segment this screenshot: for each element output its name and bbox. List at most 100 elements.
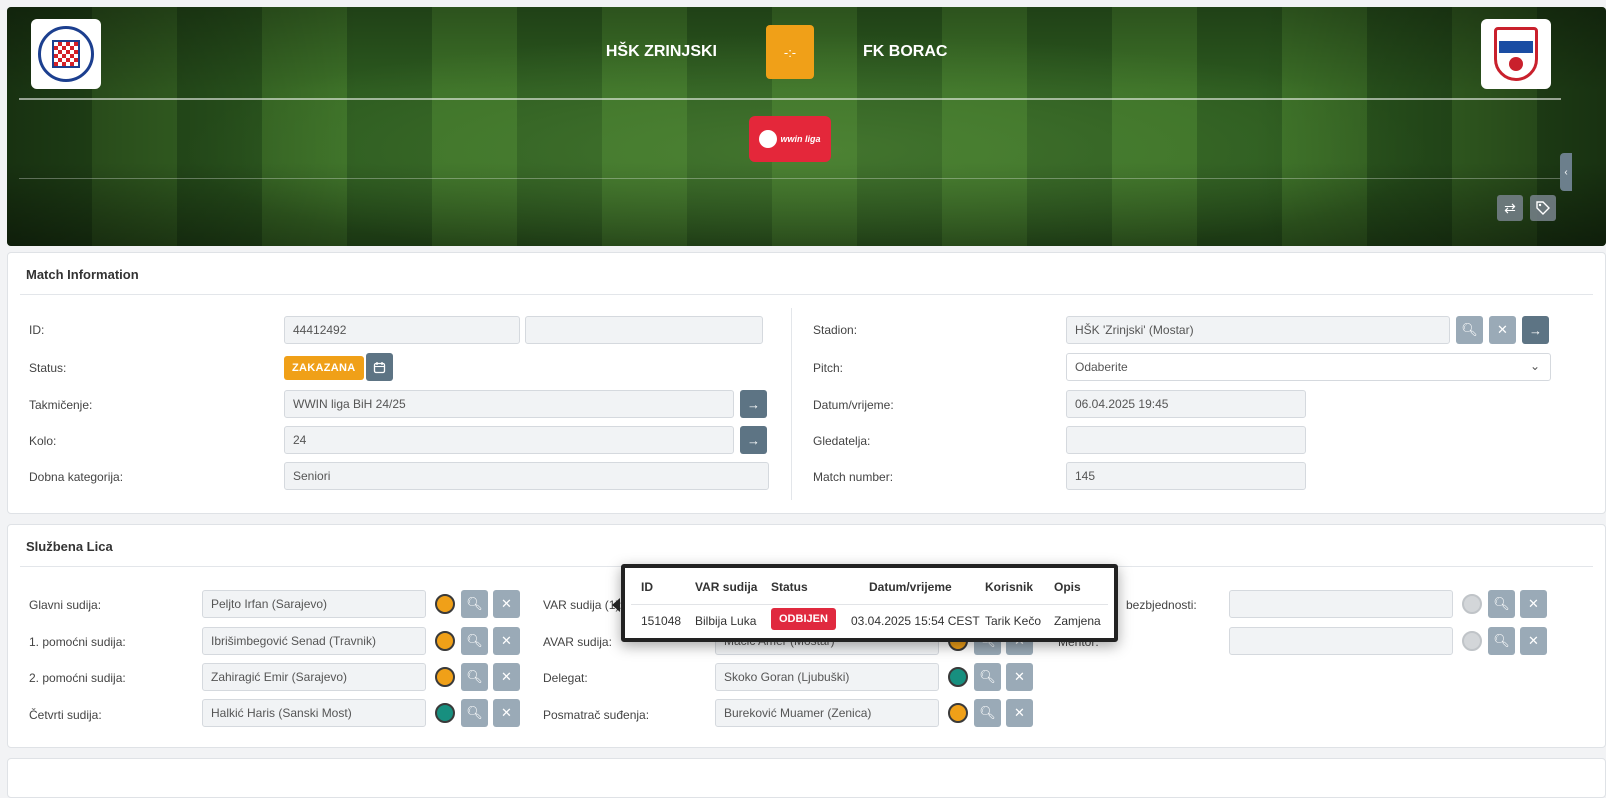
popup-header-datetime: Datum/vrijeme (869, 580, 952, 594)
league-logo[interactable]: wwin liga (749, 116, 831, 162)
arrow-right-icon: → (747, 432, 760, 448)
official-status-icon (435, 631, 455, 651)
card-title: Match Information (26, 267, 139, 282)
datetime-field[interactable]: 06.04.2025 19:45 (1066, 390, 1306, 418)
official-label: AVAR sudija: (543, 635, 612, 649)
clear-official-button[interactable]: ✕ (493, 590, 520, 618)
pitch-label: Pitch: (813, 361, 844, 375)
open-round-button[interactable]: → (740, 426, 767, 454)
close-icon: ✕ (501, 705, 512, 720)
borac-shield-icon (1494, 27, 1538, 81)
search-official-button[interactable]: 🔍︎ (1488, 627, 1515, 655)
arrow-right-icon: → (747, 396, 760, 412)
away-team-name[interactable]: FK BORAC (863, 43, 1063, 61)
popup-cell-datetime: 03.04.2025 15:54 CEST (851, 614, 980, 628)
card-title: Službena Lica (26, 539, 113, 554)
search-stadium-button[interactable]: 🔍︎ (1456, 316, 1483, 344)
popup-header-referee: VAR sudija (695, 580, 758, 594)
open-competition-button[interactable]: → (740, 390, 767, 418)
status-label: Status: (29, 361, 67, 375)
hero-divider (19, 98, 1561, 100)
search-icon: 🔍︎ (979, 705, 996, 720)
close-icon: ✕ (501, 596, 512, 611)
schedule-button[interactable] (366, 353, 393, 381)
pitch-select[interactable]: Odaberite ⌄ (1066, 353, 1551, 381)
clear-official-button[interactable]: ✕ (1520, 590, 1547, 618)
close-icon: ✕ (1528, 633, 1539, 648)
popup-header-id: ID (641, 580, 653, 594)
home-team-name[interactable]: HŠK ZRINJSKI (537, 43, 717, 61)
search-official-button[interactable]: 🔍︎ (461, 627, 488, 655)
official-status-icon (435, 703, 455, 723)
search-icon: 🔍︎ (466, 633, 483, 648)
clear-official-button[interactable]: ✕ (1006, 699, 1033, 727)
close-icon: ✕ (501, 633, 512, 648)
close-icon: ✕ (1528, 596, 1539, 611)
clear-official-button[interactable]: ✕ (1520, 627, 1547, 655)
official-field[interactable]: Halkić Haris (Sanski Most) (202, 699, 426, 727)
open-stadium-button[interactable]: → (1522, 316, 1549, 344)
zrinjski-crest-icon (38, 26, 94, 82)
official-label: VAR sudija (1): (543, 598, 623, 612)
official-field[interactable]: Peljto Irfan (Sarajevo) (202, 590, 426, 618)
clear-stadium-button[interactable]: ✕ (1489, 316, 1516, 344)
column-divider (791, 308, 792, 500)
calendar-icon (373, 361, 386, 373)
search-icon: 🔍︎ (1493, 596, 1510, 611)
stadium-field[interactable]: HŠK 'Zrinjski' (Mostar) (1066, 316, 1450, 344)
clear-official-button[interactable]: ✕ (493, 699, 520, 727)
search-official-button[interactable]: 🔍︎ (974, 699, 1001, 727)
popup-arrow (612, 598, 620, 612)
official-status-icon (1462, 631, 1482, 651)
stadium-label: Stadion: (813, 323, 858, 337)
official-field[interactable]: Ibrišimbegović Senad (Travnik) (202, 627, 426, 655)
id-extra-field[interactable] (525, 316, 763, 344)
official-status-icon (948, 703, 968, 723)
official-field[interactable]: Skoko Goran (Ljubuški) (715, 663, 939, 691)
official-field[interactable]: Bureković Muamer (Zenica) (715, 699, 939, 727)
clear-official-button[interactable]: ✕ (493, 627, 520, 655)
clear-official-button[interactable]: ✕ (493, 663, 520, 691)
search-official-button[interactable]: 🔍︎ (461, 699, 488, 727)
next-card (7, 758, 1606, 798)
official-label: Glavni sudija: (29, 598, 102, 612)
popup-cell-id: 151048 (641, 614, 682, 628)
official-field[interactable] (1229, 590, 1453, 618)
official-status-icon (435, 594, 455, 614)
tag-icon (1536, 201, 1550, 215)
home-team-logo[interactable] (31, 19, 101, 89)
spectators-field[interactable] (1066, 426, 1306, 454)
ball-icon (759, 130, 778, 148)
competition-field[interactable]: WWIN liga BiH 24/25 (284, 390, 734, 418)
swap-teams-button[interactable]: ⇄ (1497, 195, 1523, 221)
search-icon: 🔍︎ (1461, 322, 1478, 337)
official-label: 1. pomoćni sudija: (29, 635, 126, 649)
round-field[interactable]: 24 (284, 426, 734, 454)
search-official-button[interactable]: 🔍︎ (974, 663, 1001, 691)
popup-header-description: Opis (1054, 580, 1081, 594)
clear-official-button[interactable]: ✕ (1006, 663, 1033, 691)
away-team-logo[interactable] (1481, 19, 1551, 89)
official-label: bezbjednosti: (1126, 598, 1197, 612)
spectators-label: Gledatelja: (813, 434, 871, 448)
card-divider (20, 294, 1593, 295)
search-official-button[interactable]: 🔍︎ (461, 590, 488, 618)
side-panel-toggle[interactable]: ‹ (1560, 153, 1572, 191)
official-field[interactable]: Zahiragić Emir (Sarajevo) (202, 663, 426, 691)
age-category-field[interactable]: Seniori (284, 462, 769, 490)
id-field[interactable]: 44412492 (284, 316, 520, 344)
popup-header-user: Korisnik (985, 580, 1034, 594)
var-history-popup: ID VAR sudija Status Datum/vrijeme Koris… (621, 564, 1118, 642)
close-icon: ✕ (1497, 322, 1508, 337)
search-official-button[interactable]: 🔍︎ (1488, 590, 1515, 618)
arrow-right-icon: → (1529, 322, 1542, 338)
close-icon: ✕ (1014, 669, 1025, 684)
tag-button[interactable] (1530, 195, 1556, 221)
competition-label: Takmičenje: (29, 398, 93, 412)
round-label: Kolo: (29, 434, 57, 448)
pitch-select-value: Odaberite (1075, 360, 1128, 374)
official-field[interactable] (1229, 627, 1453, 655)
match-number-field[interactable]: 145 (1066, 462, 1306, 490)
official-label: Delegat: (543, 671, 588, 685)
search-official-button[interactable]: 🔍︎ (461, 663, 488, 691)
